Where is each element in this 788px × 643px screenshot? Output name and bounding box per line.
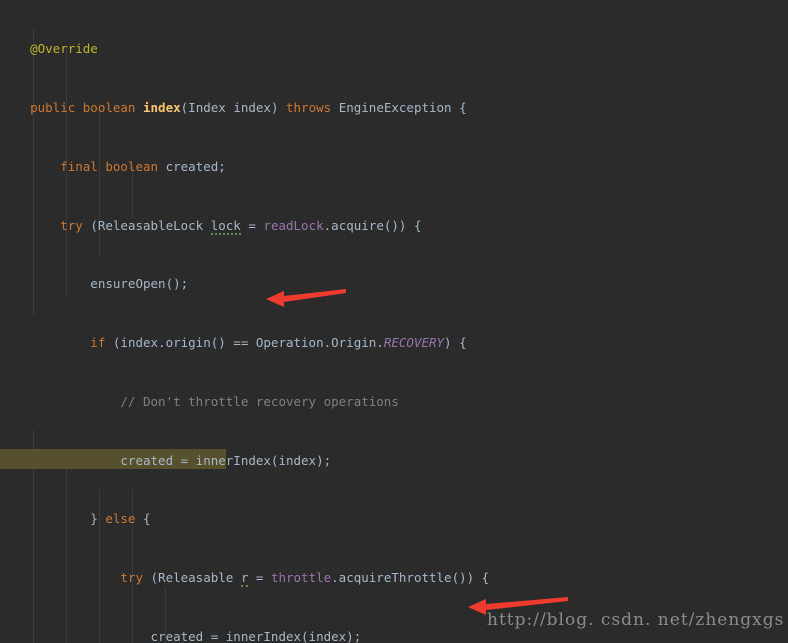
code-line[interactable]: if (index.origin() == Operation.Origin.R… <box>0 333 788 353</box>
code-line[interactable]: final boolean created; <box>0 157 788 177</box>
code-line[interactable]: try (Releasable r = throttle.acquireThro… <box>0 568 788 588</box>
code-line[interactable]: @Override <box>0 39 788 59</box>
watermark-text: http://blog. csdn. net/zhengxgs <box>487 610 785 630</box>
code-line[interactable]: public boolean index(Index index) throws… <box>0 98 788 118</box>
code-line[interactable]: } else { <box>0 509 788 529</box>
code-line[interactable]: // Don't throttle recovery operations <box>0 392 788 412</box>
annotation-override: @Override <box>0 41 98 57</box>
code-text[interactable]: @Override public boolean index(Index ind… <box>0 0 788 643</box>
code-line[interactable]: ensureOpen(); <box>0 274 788 294</box>
code-editor-pane[interactable]: @Override public boolean index(Index ind… <box>0 0 788 643</box>
annotation-arrow-1 <box>266 289 346 307</box>
code-line[interactable]: try (ReleasableLock lock = readLock.acqu… <box>0 216 788 236</box>
code-line[interactable]: created = innerIndex(index); <box>0 451 788 471</box>
